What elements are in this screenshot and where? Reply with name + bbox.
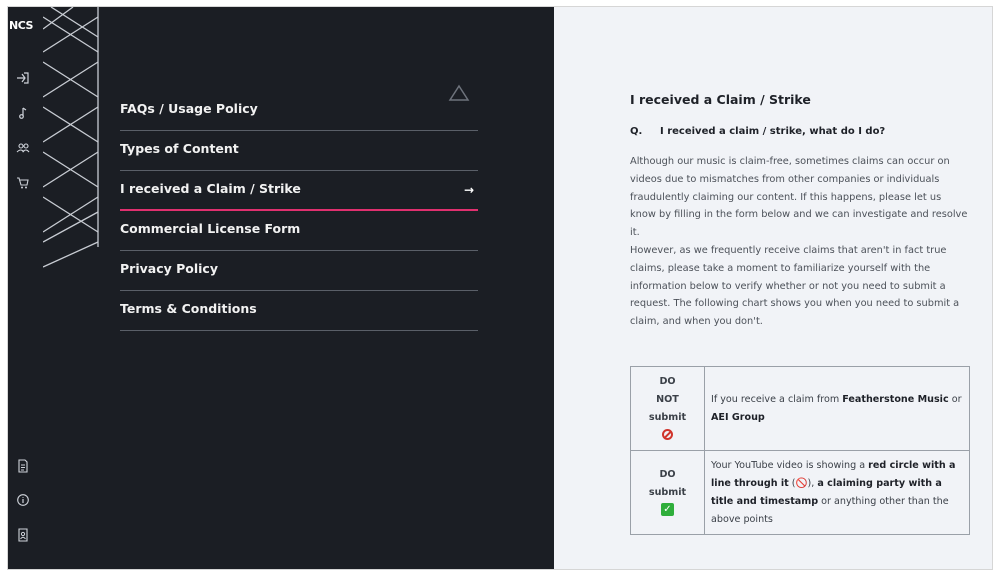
status-line: submit [648,486,687,498]
description-text: If you receive a claim from [711,393,843,405]
menu-item-terms-conditions[interactable]: Terms & Conditions [120,291,478,331]
sign-in-icon[interactable] [16,71,30,85]
app-frame: NCS FAQs / Usage Policy Types of Content… [7,6,993,570]
ncs-logo[interactable]: NCS [9,19,33,32]
description-cell: If you receive a claim from Featherstone… [704,366,970,451]
decorative-lines-graphic [43,7,99,268]
menu-item-label: Terms & Conditions [120,301,257,316]
paragraph-claim-free: Although our music is claim-free, someti… [630,156,968,239]
status-cell-do-submit: DO submit ✓ [630,450,705,535]
table-row: DO NOT submit If you receive a claim fro… [630,366,970,451]
description-text: Your YouTube video is showing a [711,459,869,471]
check-mark-icon: ✓ [661,503,674,516]
table-row: DO submit ✓ Your YouTube video is showin… [630,450,970,535]
status-line: DO [659,468,676,480]
company-name: Featherstone Music [842,393,949,405]
no-entry-icon [662,429,673,440]
status-line: DO [659,375,676,387]
question-row: Q. I received a claim / strike, what do I… [630,126,885,137]
paragraph-verify: However, as we frequently receive claims… [630,245,960,328]
left-panel: NCS FAQs / Usage Policy Types of Content… [8,7,554,569]
status-line: NOT [656,393,679,405]
description-text: (🚫), [788,477,818,489]
menu-item-label: Types of Content [120,141,239,156]
company-name: AEI Group [711,411,765,423]
question-text: I received a claim / strike, what do I d… [660,126,886,137]
arrow-right-icon: → [463,183,474,197]
users-icon[interactable] [16,141,30,155]
menu-item-label: I received a Claim / Strike [120,181,301,196]
menu-item-claim-strike[interactable]: I received a Claim / Strike → [120,171,478,211]
status-cell-do-not-submit: DO NOT submit [630,366,705,451]
description-cell: Your YouTube video is showing a red circ… [704,450,970,535]
section-title: I received a Claim / Strike [630,92,811,107]
id-card-icon[interactable] [16,528,30,542]
content-panel: I received a Claim / Strike Q. I received… [554,7,992,569]
claim-chart-table: DO NOT submit If you receive a claim fro… [630,366,970,535]
document-icon[interactable] [16,459,30,473]
question-marker: Q. [630,126,643,137]
cart-icon[interactable] [16,176,30,190]
faq-menu: FAQs / Usage Policy Types of Content I r… [120,91,478,331]
menu-item-label: FAQs / Usage Policy [120,101,258,116]
menu-item-label: Privacy Policy [120,261,218,276]
menu-item-faqs-usage-policy[interactable]: FAQs / Usage Policy [120,91,478,131]
music-note-icon[interactable] [16,106,30,120]
status-line: submit [648,411,687,423]
menu-item-privacy-policy[interactable]: Privacy Policy [120,251,478,291]
menu-item-label: Commercial License Form [120,221,301,236]
menu-item-types-of-content[interactable]: Types of Content [120,131,478,171]
info-icon[interactable] [16,493,30,507]
description-text: or [948,393,962,405]
menu-item-commercial-license-form[interactable]: Commercial License Form [120,211,478,251]
